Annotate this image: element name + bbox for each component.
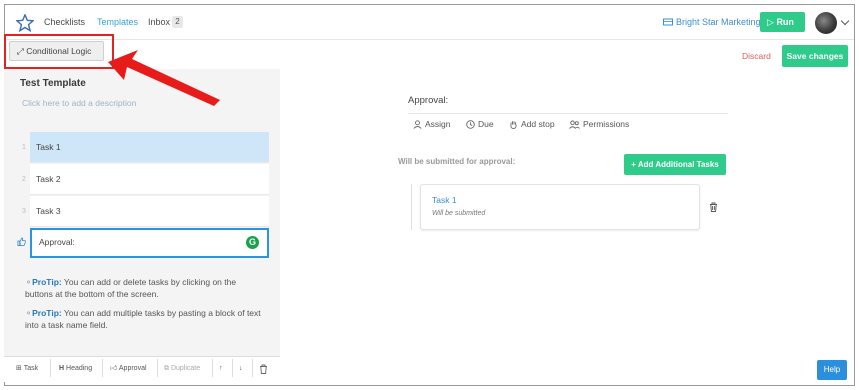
toolbar-divider [50, 359, 51, 377]
submitted-for-approval-label: Will be submitted for approval: [398, 157, 516, 166]
move-up-arrow-icon[interactable]: ↑ [219, 362, 223, 376]
play-icon: ▷ [767, 17, 774, 27]
toolbar-divider [102, 359, 103, 377]
run-button[interactable]: ▷ Run [760, 12, 805, 32]
toolbar-divider [157, 359, 158, 377]
task-label: Task 3 [36, 206, 61, 216]
task-label: Task 1 [36, 142, 61, 152]
add-task-button[interactable]: ⊞ Task [16, 362, 38, 376]
task-row[interactable]: Task 1 [30, 132, 269, 163]
permissions-button[interactable]: Permissions [569, 119, 629, 129]
org-name: Bright Star Marketing [676, 17, 761, 27]
task-number: 1 [22, 144, 26, 151]
protip-2: ⚬ProTip: You can add multiple tasks by p… [25, 308, 261, 330]
toolbar-divider [232, 359, 233, 377]
approval-task-label: Approval: [39, 237, 75, 247]
toolbar-divider [212, 359, 213, 377]
approval-title[interactable]: Approval: [408, 95, 448, 106]
task-label: Task 2 [36, 174, 61, 184]
thumbs-up-icon: 👍︎ [110, 365, 118, 372]
task-row[interactable]: Task 3 [30, 196, 269, 227]
title-divider [408, 113, 728, 114]
add-stop-button[interactable]: Add stop [509, 119, 555, 129]
card-task-status: Will be submitted [432, 210, 486, 217]
duplicate-icon: ⧉ [164, 365, 169, 372]
trash-icon[interactable] [709, 202, 718, 212]
save-changes-button[interactable]: Save changes [782, 45, 848, 67]
trash-icon[interactable] [259, 364, 268, 374]
avatar[interactable] [815, 12, 837, 34]
annotation-arrow [108, 50, 220, 106]
move-down-arrow-icon[interactable]: ↓ [239, 362, 243, 376]
toolbar-divider [252, 359, 253, 377]
nav-checklists[interactable]: Checklists [44, 17, 85, 27]
card-task-title[interactable]: Task 1 [432, 195, 457, 205]
nav-inbox[interactable]: Inbox [148, 17, 170, 27]
run-label: Run [776, 17, 794, 27]
protip-1: ⚬ProTip: You can add or delete tasks by … [25, 277, 237, 299]
add-approval-button[interactable]: 👍︎ Approval [110, 362, 147, 376]
submitted-task-card: Task 1 Will be submitted [420, 184, 700, 230]
grammarly-icon[interactable]: G [246, 236, 259, 249]
org-switcher[interactable]: Bright Star Marketing [663, 17, 761, 27]
inbox-count-badge: 2 [172, 16, 183, 28]
duplicate-button[interactable]: ⧉ Duplicate [164, 362, 200, 376]
clock-icon [466, 120, 475, 129]
org-icon [663, 18, 673, 26]
card-connector-line [411, 184, 412, 230]
nav-templates[interactable]: Templates [97, 17, 138, 27]
help-button[interactable]: Help [817, 360, 847, 380]
discard-button[interactable]: Discard [742, 51, 771, 61]
due-button[interactable]: Due [466, 119, 494, 129]
annotation-highlight-box [4, 34, 114, 69]
users-icon [569, 120, 580, 129]
task-number: 2 [22, 176, 26, 183]
add-heading-button[interactable]: H Heading [59, 362, 92, 376]
add-additional-tasks-button[interactable]: + Add Additional Tasks [624, 154, 726, 175]
template-title[interactable]: Test Template [20, 78, 86, 89]
hand-stop-icon [510, 121, 517, 129]
thumbs-up-icon [17, 237, 26, 246]
approval-task-row[interactable]: Approval: G [30, 228, 269, 258]
assign-button[interactable]: Assign [413, 119, 451, 129]
heading-icon: H [59, 365, 65, 372]
task-icon: ⊞ [16, 365, 22, 372]
user-icon [413, 120, 422, 129]
task-row[interactable]: Task 2 [30, 164, 269, 195]
star-logo-icon[interactable] [16, 14, 34, 32]
task-number: 3 [22, 208, 26, 215]
